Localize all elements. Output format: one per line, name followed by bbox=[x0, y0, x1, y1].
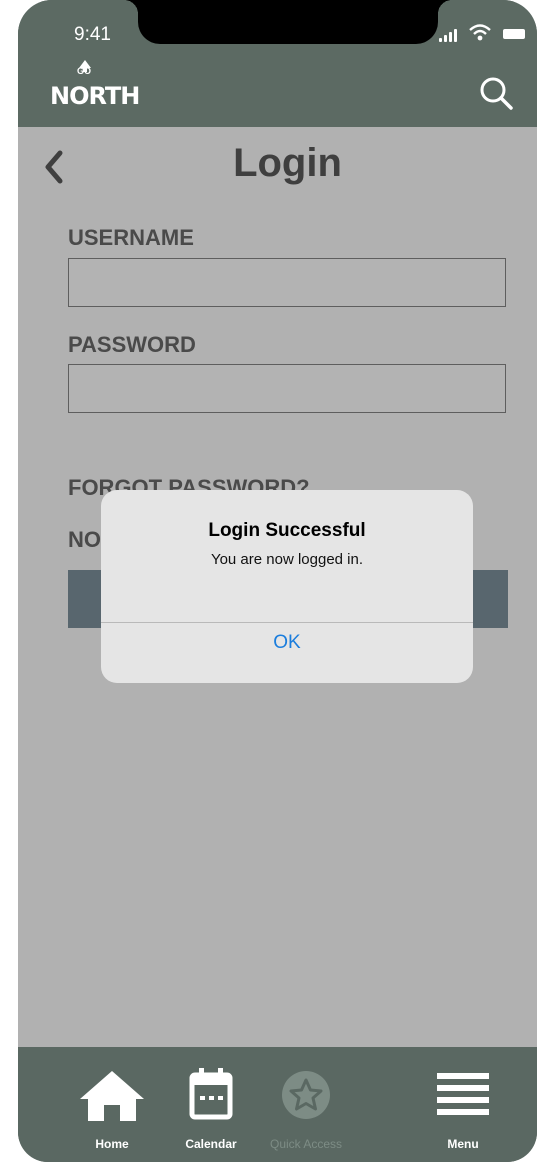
username-field[interactable] bbox=[68, 258, 506, 307]
bottom-tab-bar: Home Calendar Quick Access Menu bbox=[18, 1047, 537, 1162]
page-title: Login bbox=[233, 141, 342, 185]
password-field[interactable] bbox=[68, 364, 506, 413]
tab-home-label: Home bbox=[95, 1137, 129, 1151]
tab-calendar-label: Calendar bbox=[185, 1137, 237, 1151]
password-label: PASSWORD bbox=[68, 332, 196, 357]
menu-icon bbox=[437, 1073, 489, 1115]
search-icon bbox=[480, 77, 513, 110]
username-label: USERNAME bbox=[68, 225, 194, 250]
logo-north-text: NORTH bbox=[50, 82, 140, 110]
logo-go-text: GO bbox=[77, 66, 92, 76]
tab-home[interactable]: Home bbox=[62, 1047, 162, 1162]
tab-menu-label: Menu bbox=[447, 1137, 479, 1151]
status-time: 9:41 bbox=[74, 24, 111, 45]
app-header: 9:41 GO NORTH bbox=[18, 0, 537, 127]
tab-quick-access-label: Quick Access bbox=[269, 1137, 343, 1151]
tab-quick-access[interactable]: Quick Access bbox=[256, 1047, 356, 1162]
home-icon bbox=[80, 1071, 144, 1121]
signal-icon bbox=[439, 28, 461, 42]
calendar-icon bbox=[189, 1068, 233, 1120]
signup-link[interactable]: NO bbox=[68, 527, 101, 553]
alert-title: Login Successful bbox=[208, 520, 366, 541]
tab-calendar[interactable]: Calendar bbox=[161, 1047, 261, 1162]
battery-icon bbox=[503, 29, 525, 39]
login-success-alert: Login Successful You are now logged in. … bbox=[101, 490, 473, 683]
wifi-icon bbox=[469, 24, 491, 41]
alert-ok-button[interactable]: OK bbox=[101, 623, 473, 683]
status-icons bbox=[439, 24, 525, 42]
star-icon bbox=[282, 1071, 330, 1119]
tab-menu[interactable]: Menu bbox=[418, 1047, 518, 1162]
alert-message: You are now logged in. bbox=[210, 551, 364, 568]
device-notch bbox=[124, 0, 452, 44]
search-button[interactable] bbox=[473, 72, 523, 116]
